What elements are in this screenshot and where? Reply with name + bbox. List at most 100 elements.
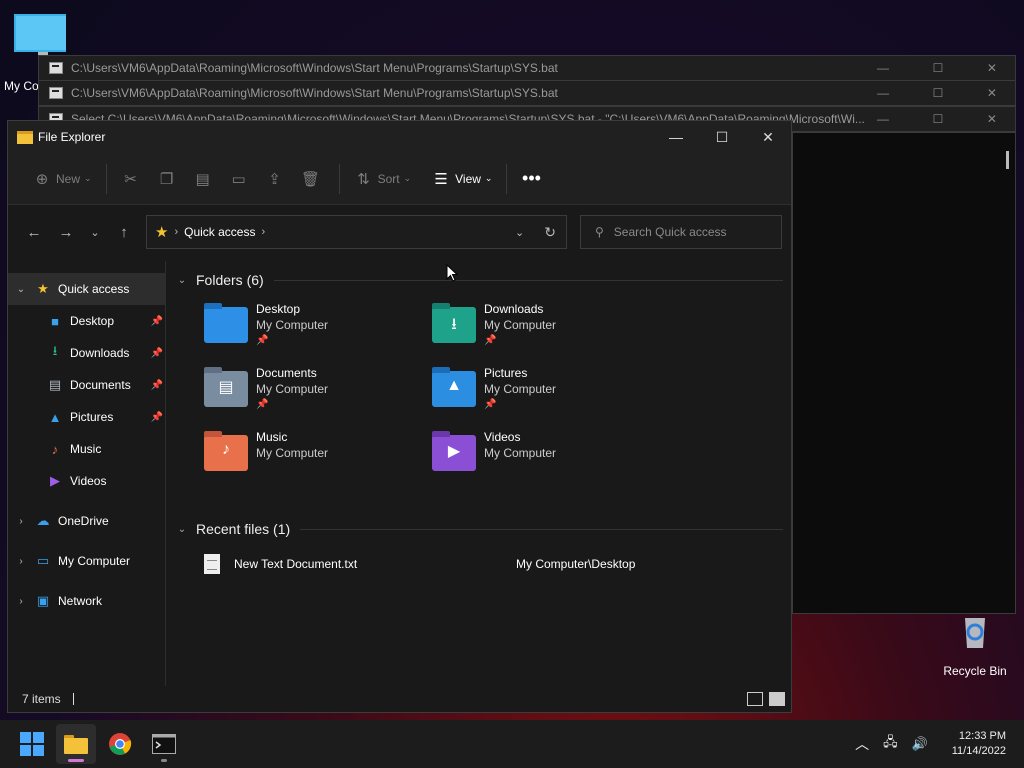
more-options-button[interactable]: ••• bbox=[515, 163, 551, 195]
console-window-2[interactable]: C:\Users\VM6\AppData\Roaming\Microsoft\W… bbox=[38, 80, 1016, 106]
clipboard-icon: ▤ bbox=[195, 170, 210, 188]
start-button[interactable] bbox=[12, 724, 52, 764]
address-dropdown-icon[interactable]: ⌄ bbox=[515, 226, 524, 239]
network-icon[interactable]: 🖧 bbox=[883, 733, 898, 755]
close-icon[interactable]: ✕ bbox=[987, 61, 997, 75]
console-icon bbox=[49, 87, 63, 99]
clock-time: 12:33 PM bbox=[958, 730, 1006, 742]
sidebar-item-downloads[interactable]: ⭳ Downloads 📌 bbox=[8, 337, 165, 369]
copy-button[interactable]: ❐ bbox=[151, 163, 187, 195]
star-icon: ★ bbox=[37, 281, 49, 296]
recent-file-row[interactable]: New Text Document.txt My Computer\Deskto… bbox=[204, 548, 791, 580]
command-bar: ⊕ New ⌄ ✂ ❐ ▤ ▭ ⇪ 🗑 ⇅ Sort ⌄ ☰ View ⌄ ••… bbox=[8, 153, 791, 205]
video-icon: ▶ bbox=[50, 473, 60, 488]
tiles-view-button[interactable] bbox=[769, 692, 785, 706]
minimize-icon[interactable]: — bbox=[877, 61, 889, 75]
new-button[interactable]: ⊕ New ⌄ bbox=[26, 163, 98, 195]
title-bar[interactable]: File Explorer — ☐ ✕ bbox=[8, 121, 791, 153]
folders-grid: Desktop My Computer 📌 ⭳ Downloads My Com… bbox=[174, 293, 791, 503]
close-icon[interactable]: ✕ bbox=[987, 86, 997, 100]
folder-tile-pictures[interactable]: ▲ Pictures My Computer 📌 bbox=[412, 365, 612, 425]
console-window-1[interactable]: C:\Users\VM6\AppData\Roaming\Microsoft\W… bbox=[38, 55, 1016, 81]
clock[interactable]: 12:33 PM 11/14/2022 bbox=[952, 729, 1006, 759]
folder-tile-desktop[interactable]: Desktop My Computer 📌 bbox=[184, 301, 384, 361]
folder-tile-music[interactable]: ♪ Music My Computer bbox=[184, 429, 384, 489]
maximize-button[interactable]: ☐ bbox=[699, 121, 745, 153]
chevron-down-icon: ⌄ bbox=[177, 274, 187, 286]
toolbar-divider bbox=[506, 163, 508, 194]
document-icon: ▤ bbox=[48, 377, 62, 392]
content-pane: ⌄ Folders (6) Desktop My Computer 📌 ⭳ Do… bbox=[166, 261, 791, 686]
up-button[interactable]: ↑ bbox=[108, 216, 140, 248]
search-icon: ⚲ bbox=[595, 225, 604, 239]
maximize-icon[interactable]: ☐ bbox=[933, 86, 944, 100]
taskbar-command-prompt[interactable] bbox=[144, 724, 184, 764]
forward-button[interactable]: → bbox=[50, 216, 82, 248]
cut-button[interactable]: ✂ bbox=[115, 163, 151, 195]
search-box[interactable]: ⚲ bbox=[580, 215, 782, 249]
details-view-button[interactable] bbox=[747, 692, 763, 706]
volume-icon[interactable]: 🔊 bbox=[912, 736, 928, 752]
paste-button[interactable]: ▤ bbox=[187, 163, 223, 195]
rename-icon: ▭ bbox=[231, 170, 246, 188]
status-bar: 7 items bbox=[8, 686, 791, 712]
maximize-icon[interactable]: ☐ bbox=[933, 112, 944, 126]
desktop-icon-recycle-bin[interactable]: Recycle Bin bbox=[940, 612, 1010, 678]
toolbar-divider bbox=[338, 163, 340, 194]
close-icon[interactable]: ✕ bbox=[987, 112, 997, 126]
chevron-right-icon[interactable]: › bbox=[8, 516, 34, 527]
pin-icon: 📌 bbox=[150, 379, 163, 391]
window-title: C:\Users\VM6\AppData\Roaming\Microsoft\W… bbox=[71, 61, 558, 75]
chevron-down-icon: ⌄ bbox=[90, 226, 100, 239]
chevron-right-icon[interactable]: › bbox=[8, 596, 34, 607]
folders-section-header[interactable]: ⌄ Folders (6) bbox=[174, 267, 791, 293]
share-button[interactable]: ⇪ bbox=[259, 163, 295, 195]
sidebar-item-pictures[interactable]: ▲ Pictures 📌 bbox=[8, 401, 165, 433]
rename-button[interactable]: ▭ bbox=[223, 163, 259, 195]
chevron-down-icon[interactable]: ⌄ bbox=[8, 284, 34, 295]
console-output-area[interactable] bbox=[792, 132, 1016, 614]
taskbar-file-explorer[interactable] bbox=[56, 724, 96, 764]
breadcrumb-quick-access[interactable]: Quick access bbox=[184, 225, 255, 239]
console-scrollbar[interactable] bbox=[1006, 151, 1009, 169]
recent-locations-button[interactable]: ⌄ bbox=[82, 216, 108, 248]
search-input[interactable] bbox=[613, 225, 764, 239]
text-document-icon bbox=[204, 554, 220, 574]
maximize-icon[interactable]: ☐ bbox=[933, 61, 944, 75]
sidebar-item-network[interactable]: › ▣ Network bbox=[8, 585, 165, 617]
close-button[interactable]: ✕ bbox=[745, 121, 791, 153]
sidebar-item-my-computer[interactable]: › ▭ My Computer bbox=[8, 545, 165, 577]
sidebar-item-quick-access[interactable]: ⌄ ★ Quick access bbox=[8, 273, 165, 305]
item-count: 7 items bbox=[22, 692, 61, 706]
scissors-icon: ✂ bbox=[124, 170, 137, 188]
pin-icon: 📌 bbox=[256, 399, 269, 410]
windows-logo-icon bbox=[20, 732, 44, 756]
minimize-icon[interactable]: — bbox=[877, 112, 889, 126]
recent-files-section-header[interactable]: ⌄ Recent files (1) bbox=[174, 516, 791, 542]
chevron-right-icon[interactable]: › bbox=[8, 556, 34, 567]
folder-tile-downloads[interactable]: ⭳ Downloads My Computer 📌 bbox=[412, 301, 612, 361]
chevron-right-icon: › bbox=[174, 226, 179, 238]
folder-icon bbox=[64, 735, 88, 754]
sidebar-item-onedrive[interactable]: › ☁ OneDrive bbox=[8, 505, 165, 537]
minimize-button[interactable]: — bbox=[653, 121, 699, 153]
taskbar-chrome[interactable] bbox=[100, 724, 140, 764]
folder-icon bbox=[17, 130, 33, 144]
sidebar-item-videos[interactable]: ▶ Videos bbox=[8, 465, 165, 497]
sort-button[interactable]: ⇅ Sort ⌄ bbox=[348, 163, 418, 195]
view-button[interactable]: ☰ View ⌄ bbox=[425, 163, 498, 195]
mouse-cursor-icon bbox=[446, 264, 458, 282]
sidebar-item-desktop[interactable]: ■ Desktop 📌 bbox=[8, 305, 165, 337]
chevron-up-icon[interactable]: ︿ bbox=[855, 734, 869, 754]
minimize-icon[interactable]: — bbox=[877, 86, 889, 100]
sidebar-item-documents[interactable]: ▤ Documents 📌 bbox=[8, 369, 165, 401]
refresh-icon[interactable]: ↻ bbox=[544, 224, 556, 241]
sidebar-item-music[interactable]: ♪ Music bbox=[8, 433, 165, 465]
folder-tile-documents[interactable]: ▤ Documents My Computer 📌 bbox=[184, 365, 384, 425]
back-button[interactable]: ← bbox=[18, 216, 50, 248]
downloads-folder-icon: ⭳ bbox=[432, 303, 476, 343]
folder-tile-videos[interactable]: ▶ Videos My Computer bbox=[412, 429, 612, 489]
address-bar[interactable]: ★ › Quick access › ⌄ ↻ bbox=[146, 215, 567, 249]
delete-button[interactable]: 🗑 bbox=[295, 163, 331, 195]
monitor-icon: ▭ bbox=[36, 553, 50, 568]
